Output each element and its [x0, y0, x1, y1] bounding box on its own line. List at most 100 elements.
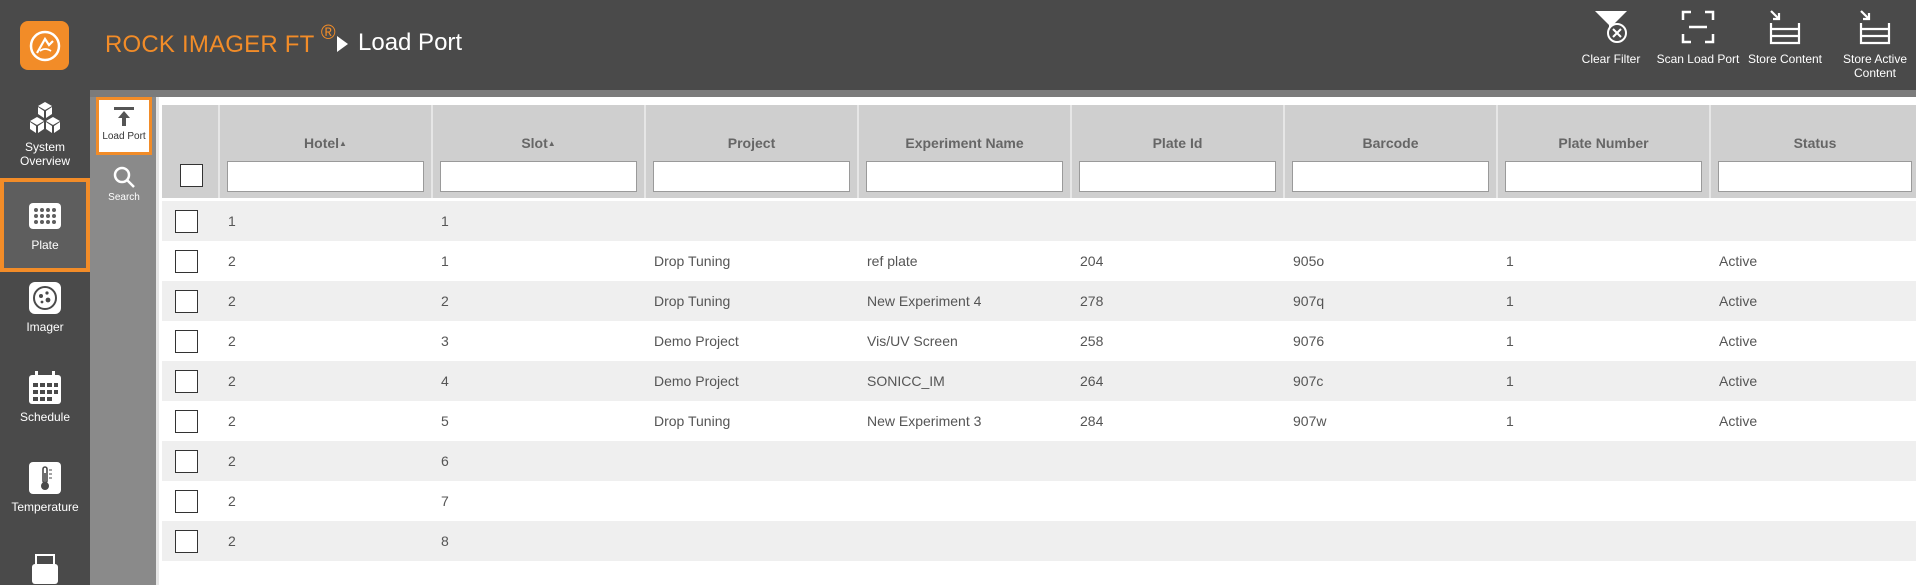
column-label-hotel: Hotel: [304, 135, 340, 151]
row-checkbox[interactable]: [175, 450, 198, 473]
cell-slot: 6: [441, 453, 449, 469]
cell-hotel: 1: [228, 213, 236, 229]
sidebar-item-system-overview[interactable]: System Overview: [0, 100, 90, 176]
cell-experiment-name: New Experiment 3: [867, 413, 982, 429]
table-row[interactable]: 2 6: [162, 441, 1916, 481]
column-header-experiment-name[interactable]: Experiment Name: [857, 105, 1070, 198]
table-row[interactable]: 2 3 Demo Project Vis/UV Screen 258 9076 …: [162, 321, 1916, 361]
scan-load-port-button[interactable]: Scan Load Port: [1650, 8, 1746, 66]
sidebar-item-label: Imager: [26, 320, 64, 334]
cell-hotel: 2: [228, 373, 236, 389]
sort-ascending-icon: ▲: [547, 139, 556, 148]
sidebar-item-imager[interactable]: Imager: [0, 280, 90, 346]
column-label: Slot▲: [433, 135, 644, 151]
cell-slot: 5: [441, 413, 449, 429]
table-row[interactable]: 2 1 Drop Tuning ref plate 204 905o 1 Act…: [162, 241, 1916, 281]
row-checkbox[interactable]: [175, 410, 198, 433]
table-row[interactable]: 1 1: [162, 201, 1916, 241]
column-header-status[interactable]: Status: [1709, 105, 1916, 198]
store-content-icon: [1767, 8, 1803, 46]
table-row[interactable]: 2 2 Drop Tuning New Experiment 4 278 907…: [162, 281, 1916, 321]
column-label-slot: Slot: [521, 135, 548, 151]
column-header-barcode[interactable]: Barcode: [1283, 105, 1496, 198]
table-row[interactable]: 2 4 Demo Project SONICC_IM 264 907c 1 Ac…: [162, 361, 1916, 401]
sidebar-item-label: System: [24, 140, 65, 154]
subnav-label: Load Port: [102, 131, 146, 142]
cell-status: Active: [1719, 373, 1758, 389]
column-label-experiment-name: Experiment Name: [905, 135, 1024, 151]
cell-experiment-name: Vis/UV Screen: [867, 333, 958, 349]
row-checkbox[interactable]: [175, 370, 198, 393]
row-checkbox[interactable]: [175, 290, 198, 313]
cell-barcode: 907w: [1293, 413, 1327, 429]
experiment-name-filter-input[interactable]: [866, 161, 1063, 192]
sidebar-item-plate[interactable]: Plate: [0, 178, 90, 272]
clear-filter-icon: [1593, 8, 1629, 46]
subnav-load-port[interactable]: Load Port: [96, 97, 152, 155]
row-checkbox[interactable]: [175, 330, 198, 353]
store-active-content-icon: [1857, 8, 1893, 46]
status-filter-input[interactable]: [1718, 161, 1912, 192]
project-filter-input[interactable]: [653, 161, 850, 192]
store-active-content-button[interactable]: Store Active Content: [1835, 8, 1915, 80]
cell-plate-number: 1: [1506, 293, 1514, 309]
cell-slot: 8: [441, 533, 449, 549]
slot-filter-input[interactable]: [440, 161, 637, 192]
load-port-icon: [113, 106, 135, 131]
hotel-filter-input[interactable]: [227, 161, 424, 192]
row-checkbox[interactable]: [175, 210, 198, 233]
plate-number-filter-input[interactable]: [1505, 161, 1702, 192]
column-header-project[interactable]: Project: [644, 105, 857, 198]
column-label-barcode: Barcode: [1362, 135, 1419, 151]
row-checkbox[interactable]: [175, 490, 198, 513]
cell-hotel: 2: [228, 533, 236, 549]
sidebar-item-more[interactable]: [0, 552, 90, 585]
search-icon: [112, 165, 136, 192]
cell-barcode: 907c: [1293, 373, 1324, 389]
column-header-hotel[interactable]: Hotel▲: [218, 105, 431, 198]
cell-project: Demo Project: [654, 373, 739, 389]
column-label-status: Status: [1793, 135, 1837, 151]
store-active-content-label: Store Active: [1842, 52, 1908, 66]
app-brand: ROCK IMAGER FT ®: [105, 22, 336, 59]
page-title: Load Port: [358, 29, 463, 56]
sidebar-item-label: Plate: [31, 238, 59, 252]
row-checkbox[interactable]: [175, 250, 198, 273]
plate-id-filter-input[interactable]: [1079, 161, 1276, 192]
sidebar-item-temperature[interactable]: Temperature: [0, 460, 90, 526]
table-row[interactable]: 2 7: [162, 481, 1916, 521]
cell-hotel: 2: [228, 253, 236, 269]
table-row[interactable]: 2 8: [162, 521, 1916, 561]
cell-plate-id: 204: [1080, 253, 1104, 269]
cell-plate-id: 284: [1080, 413, 1104, 429]
sidebar-item-schedule[interactable]: Schedule: [0, 370, 90, 436]
cell-barcode: 9076: [1293, 333, 1325, 349]
scan-load-port-label: Scan Load Port: [1656, 52, 1740, 66]
store-content-button[interactable]: Store Content: [1745, 8, 1825, 66]
app-title: ROCK IMAGER FT: [105, 31, 315, 58]
plate-icon: [27, 198, 63, 234]
clear-filter-button[interactable]: Clear Filter: [1573, 8, 1649, 66]
sidebar-item-label: Temperature: [11, 500, 79, 514]
table-row[interactable]: 2 5 Drop Tuning New Experiment 3 284 907…: [162, 401, 1916, 441]
cell-hotel: 2: [228, 333, 236, 349]
subnav-label: Search: [108, 192, 140, 203]
subnav-search[interactable]: Search: [96, 165, 152, 203]
row-checkbox[interactable]: [175, 530, 198, 553]
barcode-filter-input[interactable]: [1292, 161, 1489, 192]
cell-barcode: 905o: [1293, 253, 1325, 269]
cell-hotel: 2: [228, 413, 236, 429]
rock-imager-logo[interactable]: [20, 21, 69, 70]
sort-ascending-icon: ▲: [339, 139, 347, 148]
cell-status: Active: [1719, 253, 1758, 269]
column-header-slot[interactable]: Slot▲: [431, 105, 644, 198]
column-header-plate-number[interactable]: Plate Number: [1496, 105, 1709, 198]
select-all-checkbox[interactable]: [180, 164, 203, 187]
cubes-icon: [27, 100, 63, 136]
top-header: ROCK IMAGER FT ® Load Port Clear Filter …: [90, 0, 1916, 90]
header-divider: [90, 90, 1916, 97]
column-header-plate-id[interactable]: Plate Id: [1070, 105, 1283, 198]
cell-barcode: 907q: [1293, 293, 1325, 309]
cell-slot: 7: [441, 493, 449, 509]
imager-icon: [27, 280, 63, 316]
